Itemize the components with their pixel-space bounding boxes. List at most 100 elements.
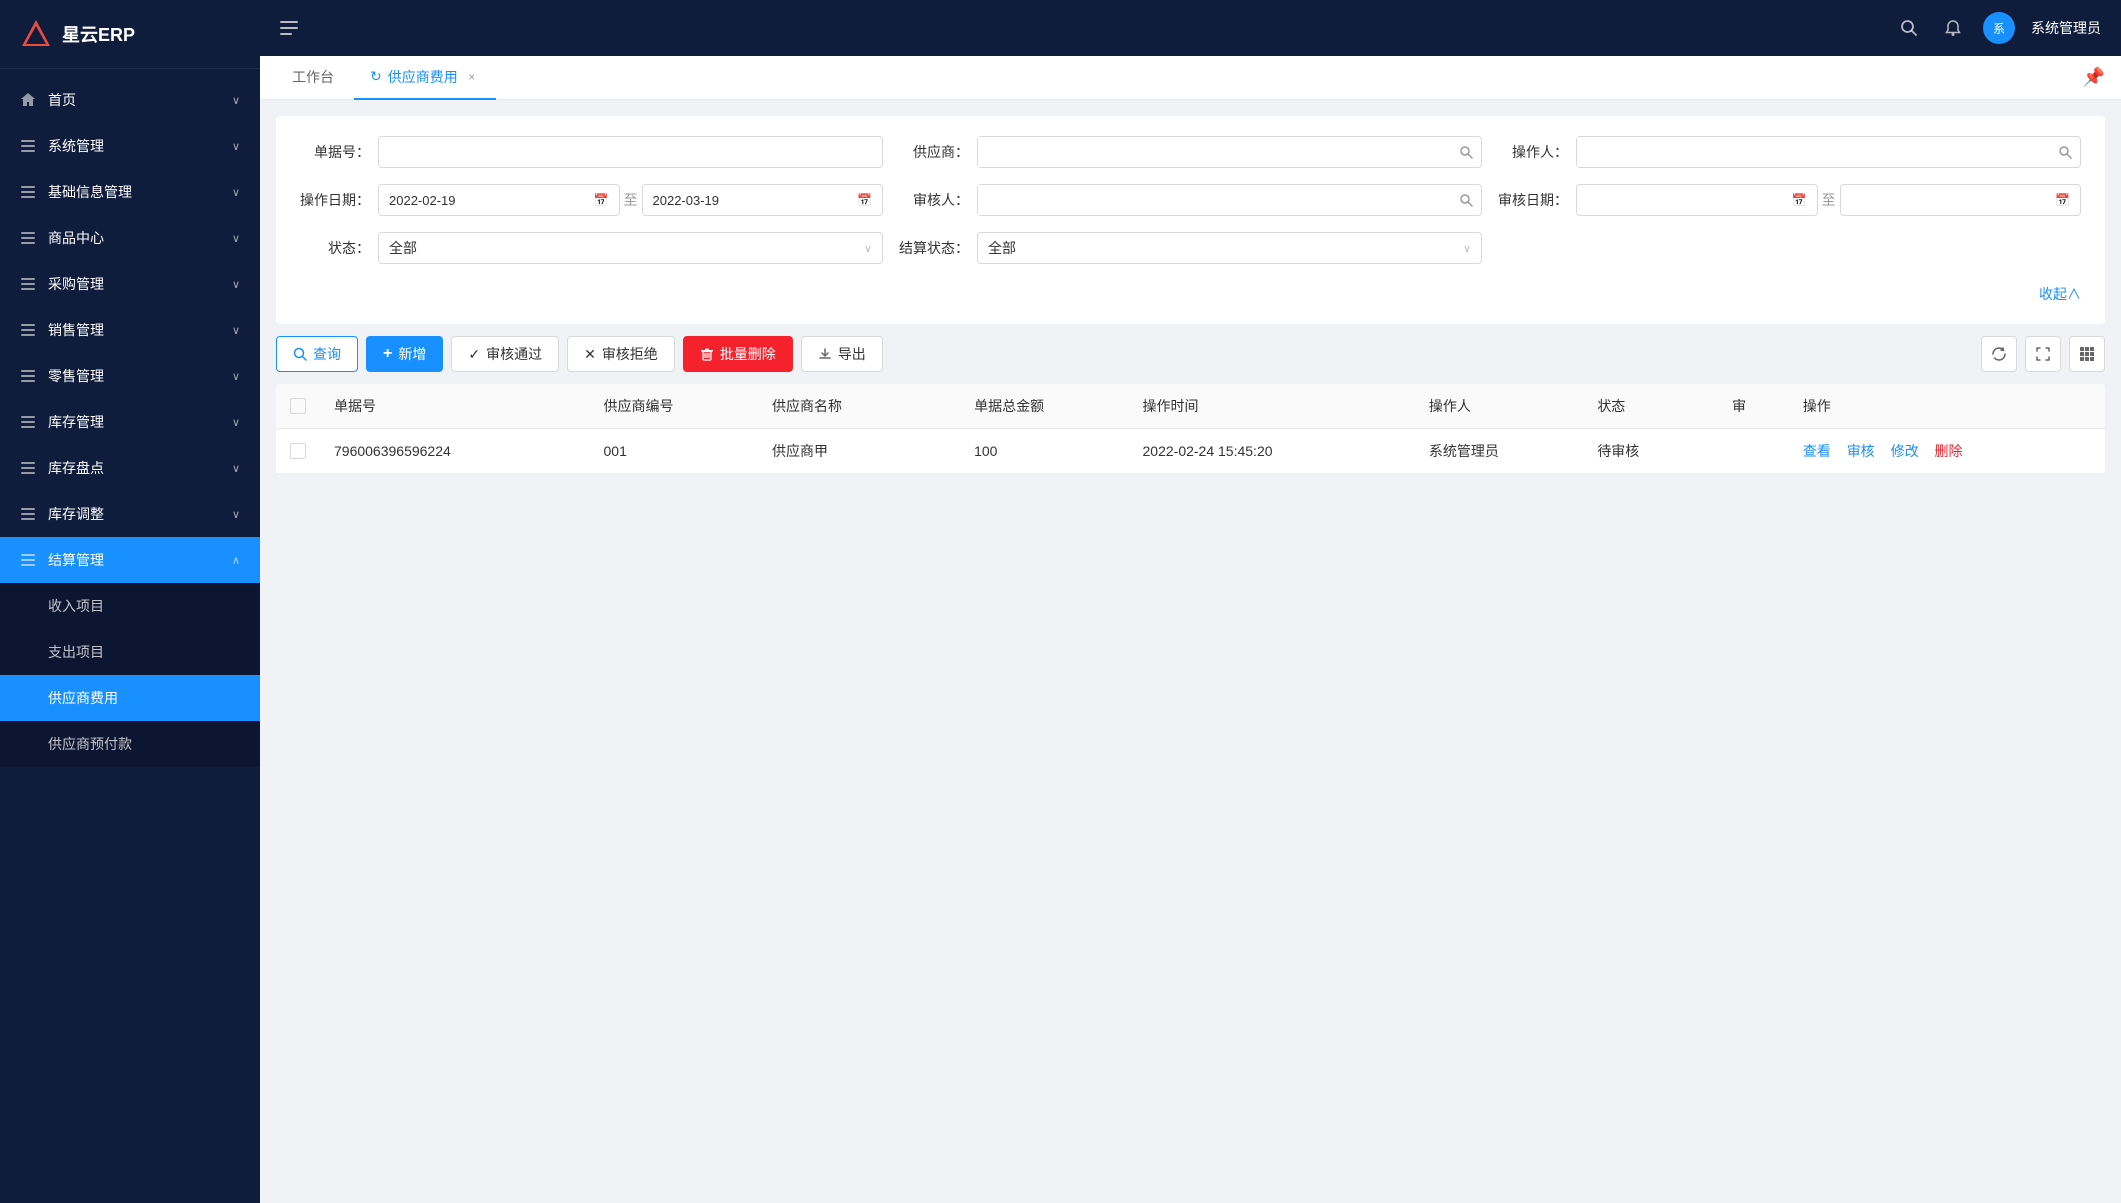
sidebar-item-home[interactable]: 首页 ∨	[0, 77, 260, 123]
product-arrow-icon: ∨	[232, 232, 240, 245]
doc-no-input[interactable]	[378, 136, 883, 168]
operator-input-wrap	[1576, 136, 2081, 168]
op-date-from-input[interactable]: 2022-02-19 📅	[378, 184, 620, 216]
collapse-button[interactable]: 收起∧	[300, 280, 2081, 304]
supplier-input-wrap	[977, 136, 1482, 168]
add-plus-icon: +	[383, 345, 392, 363]
row-actions: 查看 审核 修改 删除	[1789, 429, 2105, 474]
grid-view-button[interactable]	[2069, 336, 2105, 372]
action-edit[interactable]: 修改	[1891, 443, 1919, 459]
sidebar-item-inventory[interactable]: 库存管理 ∨	[0, 399, 260, 445]
approve-button[interactable]: ✓ 审核通过	[451, 336, 559, 372]
audit-date-to-input[interactable]: 📅	[1840, 184, 2082, 216]
tab-workbench-label: 工作台	[292, 67, 334, 87]
sidebar-item-settlement[interactable]: 结算管理 ∧	[0, 537, 260, 583]
action-view[interactable]: 查看	[1803, 443, 1831, 459]
auditor-input[interactable]	[978, 185, 1451, 215]
fullscreen-button[interactable]	[2025, 336, 2061, 372]
action-delete[interactable]: 删除	[1934, 443, 1962, 459]
audit-date-range: 📅 至 📅	[1576, 184, 2081, 216]
audit-date-from-input[interactable]: 📅	[1576, 184, 1818, 216]
header-right: 系 系统管理员	[1895, 12, 2101, 44]
th-total-amount: 单据总金额	[960, 384, 1128, 429]
settlement-icon	[20, 552, 36, 568]
select-all-checkbox[interactable]	[290, 398, 306, 414]
notification-icon[interactable]	[1939, 14, 1967, 42]
settle-status-select[interactable]: 全部 ∨	[977, 232, 1482, 264]
system-arrow-icon: ∨	[232, 140, 240, 153]
filter-row-2: 操作日期： 2022-02-19 📅 至 2022-03-19 📅	[300, 184, 2081, 216]
row-supplier-code: 001	[590, 429, 758, 474]
sidebar-item-inventory-adjust[interactable]: 库存调整 ∨	[0, 491, 260, 537]
tab-pin-icon[interactable]: 📌	[2083, 67, 2105, 88]
export-button[interactable]: 导出	[801, 336, 883, 372]
operator-input[interactable]	[1577, 137, 2050, 167]
main-content: 系 系统管理员 工作台 ↻ 供应商费用 × 📌 单据号： 供	[260, 0, 2121, 1203]
operator-label: 操作人：	[1498, 142, 1568, 162]
sidebar-item-inventory-count[interactable]: 库存盘点 ∨	[0, 445, 260, 491]
op-date-to-input[interactable]: 2022-03-19 📅	[642, 184, 884, 216]
tab-bar: 工作台 ↻ 供应商费用 × 📌	[260, 56, 2121, 100]
tab-supplier-cost-label: 供应商费用	[388, 67, 458, 87]
sidebar-item-sales[interactable]: 销售管理 ∨	[0, 307, 260, 353]
row-audit	[1718, 429, 1789, 474]
sidebar-item-base-info[interactable]: 基础信息管理 ∨	[0, 169, 260, 215]
refresh-button[interactable]	[1981, 336, 2017, 372]
retail-icon	[20, 368, 36, 384]
user-avatar[interactable]: 系	[1983, 12, 2015, 44]
supplier-search-icon[interactable]	[1451, 145, 1481, 159]
sidebar-item-retail[interactable]: 零售管理 ∨	[0, 353, 260, 399]
add-label: 新增	[398, 344, 426, 364]
tab-refresh-icon[interactable]: ↻	[370, 68, 382, 85]
inventory-arrow-icon: ∨	[232, 416, 240, 429]
settlement-arrow-icon: ∧	[232, 554, 240, 567]
sidebar-item-label-income: 收入项目	[48, 596, 240, 616]
auditor-search-icon[interactable]	[1451, 193, 1481, 207]
system-icon	[20, 138, 36, 154]
data-table: 单据号 供应商编号 供应商名称 单据总金额 操作时间	[276, 384, 2105, 474]
filter-auditor: 审核人：	[899, 184, 1482, 216]
th-supplier-code: 供应商编号	[590, 384, 758, 429]
sidebar-item-system[interactable]: 系统管理 ∨	[0, 123, 260, 169]
batch-delete-button[interactable]: 批量删除	[683, 336, 793, 372]
audit-date-to-cal-icon: 📅	[2055, 193, 2070, 207]
action-audit[interactable]: 审核	[1847, 443, 1875, 459]
add-button[interactable]: + 新增	[366, 336, 443, 372]
audit-date-separator: 至	[1822, 190, 1836, 210]
row-checkbox[interactable]	[290, 443, 306, 459]
sales-arrow-icon: ∨	[232, 324, 240, 337]
operator-search-icon[interactable]	[2050, 145, 2080, 159]
reject-button[interactable]: ✕ 审核拒绝	[567, 336, 675, 372]
sidebar-item-supplier-cost[interactable]: 供应商费用	[0, 675, 260, 721]
approve-label: 审核通过	[486, 344, 542, 364]
query-button[interactable]: 查询	[276, 336, 358, 372]
sidebar-item-supplier-prepay[interactable]: 供应商预付款	[0, 721, 260, 767]
product-icon	[20, 230, 36, 246]
row-total-amount: 100	[960, 429, 1128, 474]
tab-workbench[interactable]: 工作台	[276, 56, 350, 100]
app-name: 星云ERP	[62, 21, 135, 47]
status-select[interactable]: 全部 ∨	[378, 232, 883, 264]
sidebar-item-expense[interactable]: 支出项目	[0, 629, 260, 675]
tab-close-button[interactable]: ×	[464, 69, 480, 85]
supplier-label: 供应商：	[899, 142, 969, 162]
row-operator: 系统管理员	[1415, 429, 1583, 474]
delete-icon	[700, 347, 714, 361]
op-date-from-value: 2022-02-19	[389, 193, 456, 208]
th-action: 操作	[1789, 384, 2105, 429]
retail-arrow-icon: ∨	[232, 370, 240, 383]
approve-check-icon: ✓	[468, 346, 480, 363]
supplier-input[interactable]	[978, 137, 1451, 167]
sidebar-item-purchase[interactable]: 采购管理 ∨	[0, 261, 260, 307]
filter-audit-date: 审核日期： 📅 至 📅	[1498, 184, 2081, 216]
search-icon[interactable]	[1895, 14, 1923, 42]
row-supplier-name: 供应商甲	[758, 429, 960, 474]
sidebar-item-income[interactable]: 收入项目	[0, 583, 260, 629]
row-checkbox-cell	[276, 429, 320, 474]
tab-supplier-cost[interactable]: ↻ 供应商费用 ×	[354, 56, 496, 100]
filter-status: 状态： 全部 ∨	[300, 232, 883, 264]
sidebar-item-product[interactable]: 商品中心 ∨	[0, 215, 260, 261]
menu-toggle-button[interactable]	[280, 21, 298, 35]
sidebar-item-label-inventory: 库存管理	[48, 412, 220, 432]
op-date-from-cal-icon: 📅	[594, 193, 609, 207]
